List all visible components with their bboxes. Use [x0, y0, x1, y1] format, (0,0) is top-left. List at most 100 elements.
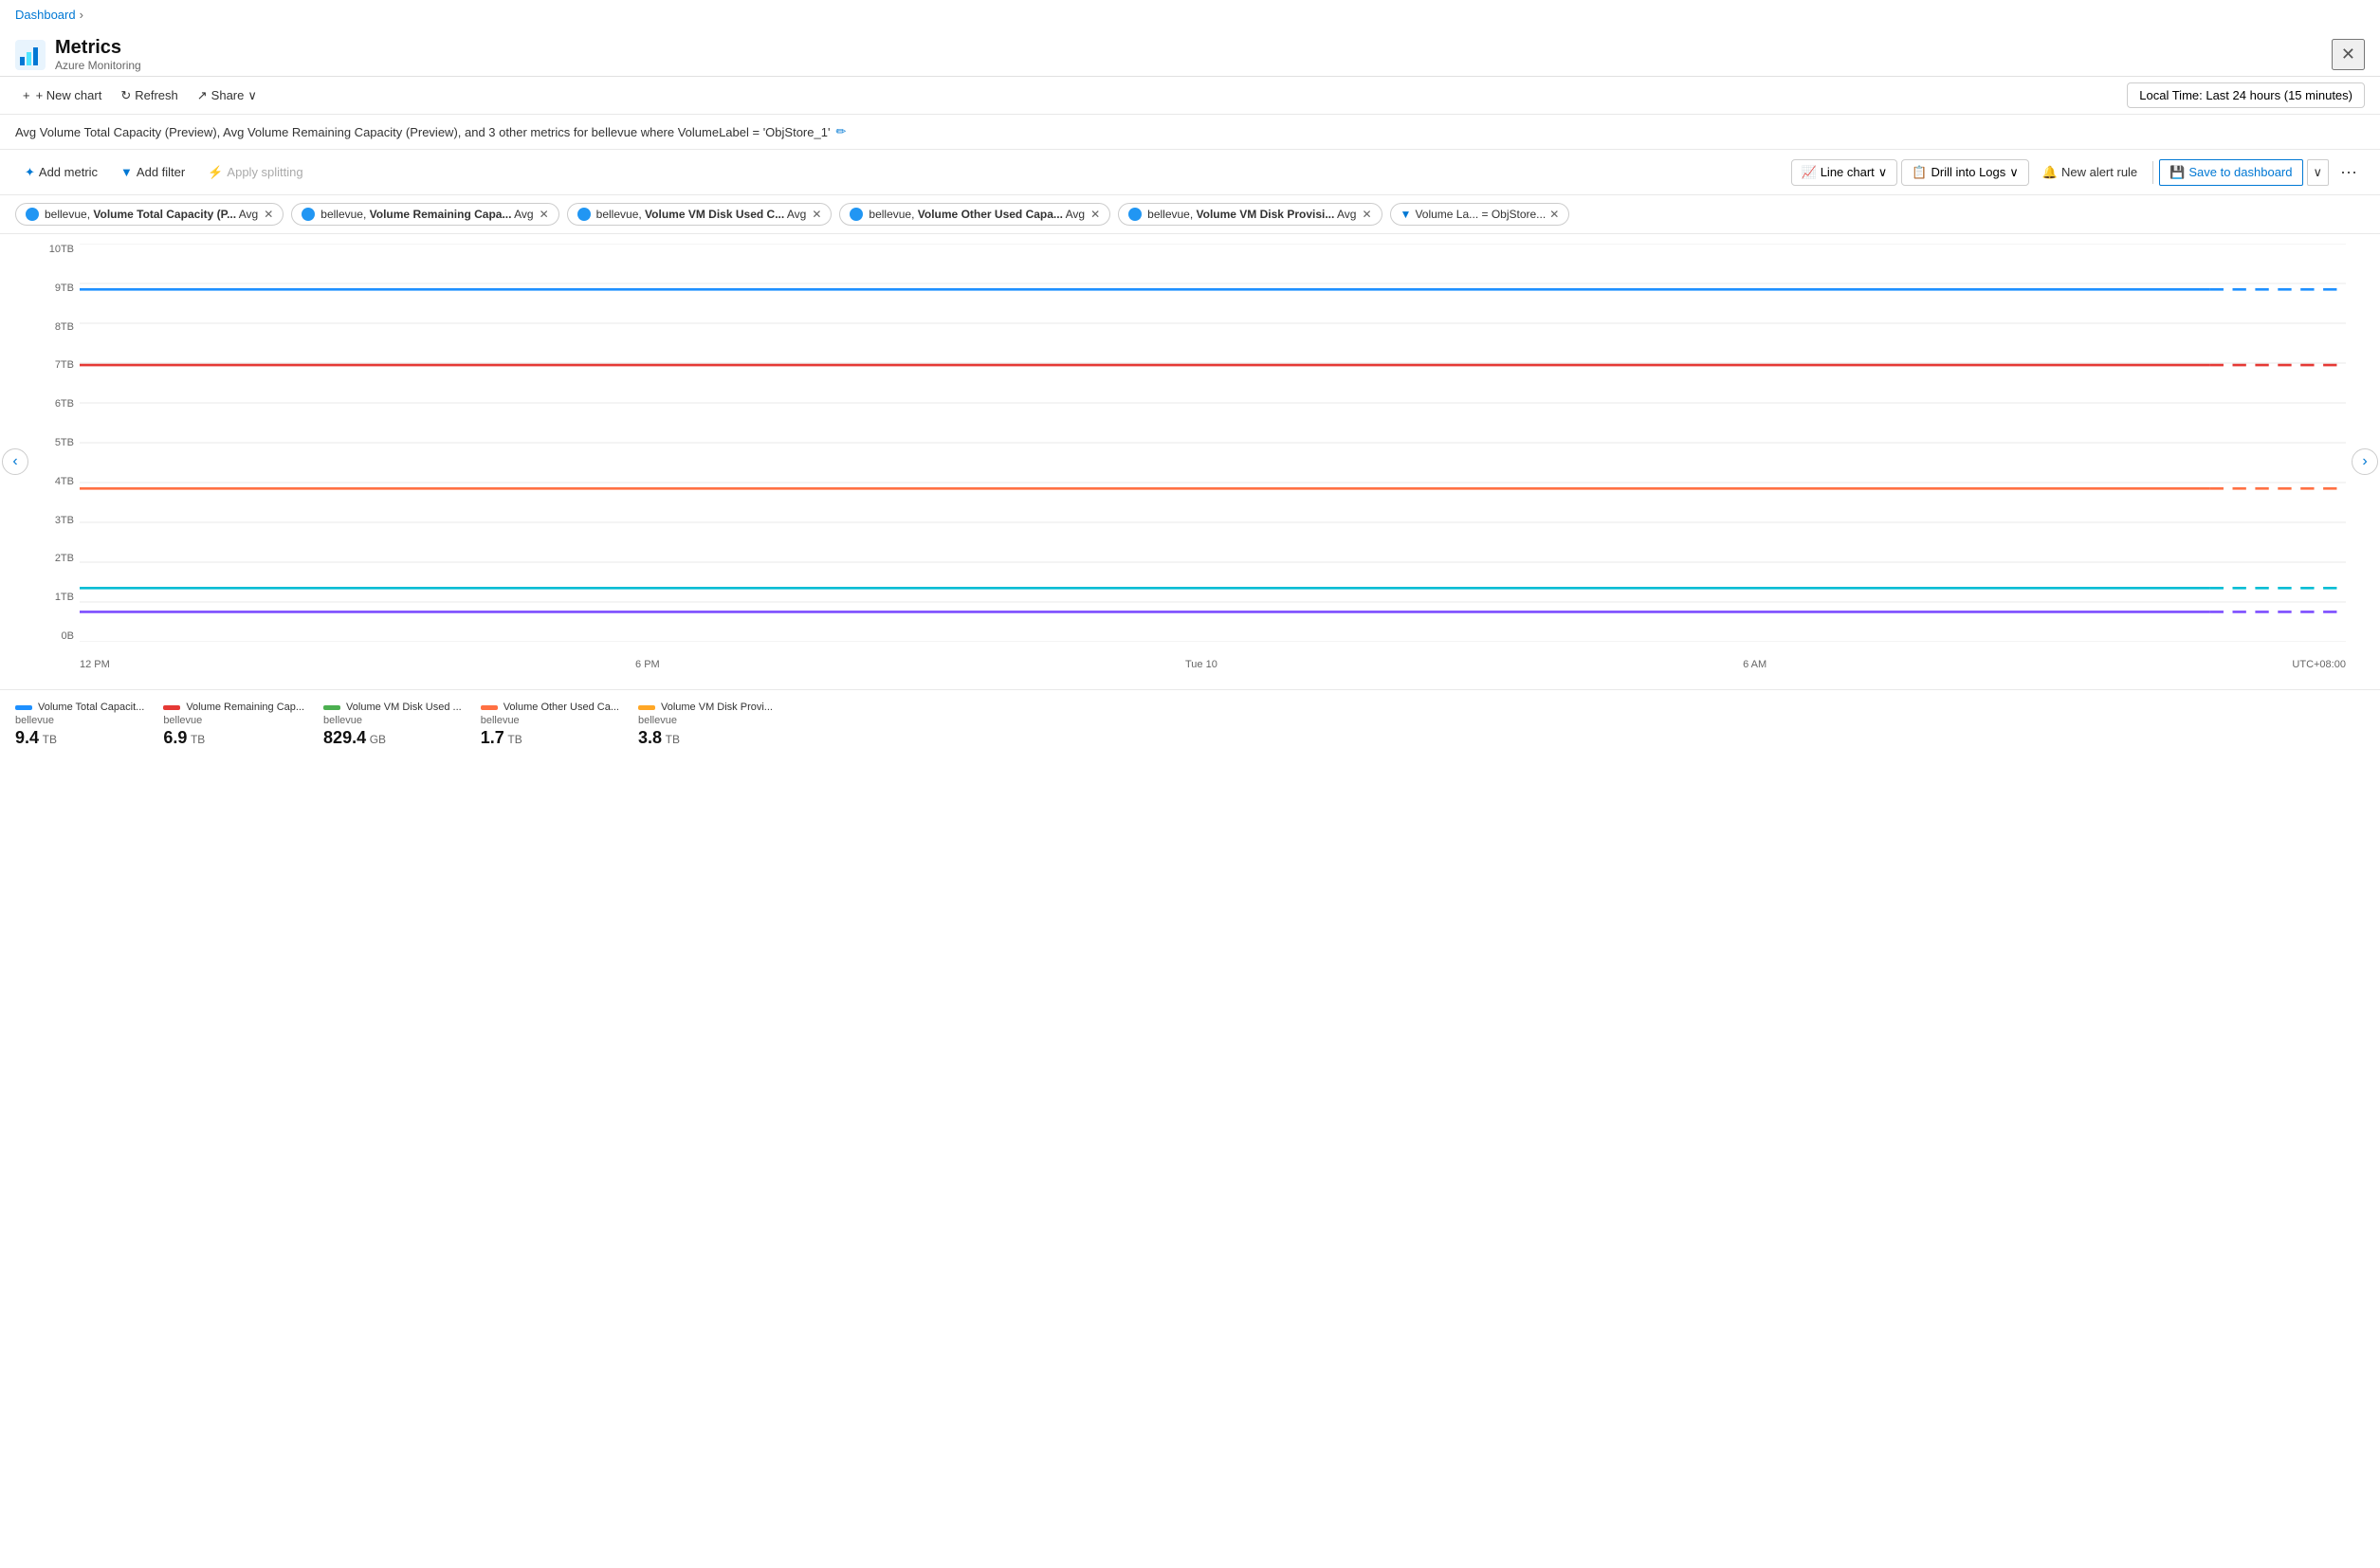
- plus-icon: +: [23, 88, 30, 102]
- legend-row: Volume Total Capacit... bellevue 9.4 TB …: [0, 689, 2380, 759]
- legend-value-3: 829.4 GB: [323, 728, 462, 748]
- legend-value-number-2: 6.9: [163, 728, 187, 747]
- legend-color-label-3: Volume VM Disk Used ...: [323, 702, 462, 713]
- close-button[interactable]: ✕: [2332, 39, 2365, 70]
- new-alert-rule-button[interactable]: 🔔 New alert rule: [2033, 160, 2147, 185]
- tag-close-1[interactable]: ✕: [264, 208, 273, 221]
- chart-area: 10TB 9TB 8TB 7TB 6TB 5TB 4TB 3TB 2TB 1TB…: [34, 234, 2346, 689]
- line-chart-icon: 📈: [1802, 165, 1817, 180]
- main-toolbar: + + New chart ↻ Refresh ↗ Share ∨ Local …: [0, 77, 2380, 115]
- toolbar-divider: [2152, 161, 2153, 184]
- new-chart-button[interactable]: + + New chart: [15, 84, 109, 106]
- expand-icon: ∨: [2314, 165, 2323, 180]
- metrics-icon: [15, 40, 46, 70]
- add-metric-icon: ✦: [25, 165, 35, 180]
- tag-close-4[interactable]: ✕: [1090, 208, 1100, 221]
- share-button[interactable]: ↗ Share ∨: [190, 84, 265, 107]
- page-title: Metrics: [55, 37, 2332, 59]
- save-icon: 💾: [2169, 165, 2185, 180]
- x-label-6pm: 6 PM: [635, 659, 660, 670]
- new-alert-rule-label: New alert rule: [2061, 165, 2137, 179]
- add-metric-button[interactable]: ✦ Add metric: [15, 160, 107, 185]
- legend-value-number-4: 1.7: [481, 728, 504, 747]
- legend-item-2: Volume Remaining Cap... bellevue 6.9 TB: [163, 702, 304, 748]
- legend-color-bar-2: [163, 705, 180, 710]
- drill-chevron-icon: ∨: [2009, 165, 2019, 180]
- expand-button[interactable]: ∨: [2307, 159, 2330, 186]
- tags-row: bellevue, Volume Total Capacity (P... Av…: [0, 195, 2380, 234]
- edit-icon[interactable]: ✏: [835, 124, 846, 139]
- chart-title: Avg Volume Total Capacity (Preview), Avg…: [15, 124, 2365, 139]
- filter-tag-close-1[interactable]: ✕: [1549, 208, 1559, 221]
- add-filter-button[interactable]: ▼ Add filter: [111, 160, 194, 184]
- y-label-3tb: 3TB: [55, 515, 74, 526]
- apply-splitting-label: Apply splitting: [227, 165, 302, 179]
- tag-icon-3: [577, 208, 591, 221]
- legend-value-unit-4: TB: [507, 733, 522, 746]
- breadcrumb: Dashboard ›: [0, 0, 2380, 29]
- legend-sub-5: bellevue: [638, 715, 773, 726]
- time-picker-button[interactable]: Local Time: Last 24 hours (15 minutes): [2127, 82, 2365, 108]
- legend-value-4: 1.7 TB: [481, 728, 619, 748]
- y-label-4tb: 4TB: [55, 476, 74, 487]
- chart-nav-right-button[interactable]: ›: [2352, 448, 2378, 475]
- x-label-tue10: Tue 10: [1185, 659, 1217, 670]
- chart-nav-left-button[interactable]: ‹: [2, 448, 28, 475]
- y-label-5tb: 5TB: [55, 437, 74, 448]
- filter-tag-text-1: Volume La... = ObjStore...: [1415, 208, 1546, 221]
- legend-name-2: Volume Remaining Cap...: [186, 702, 304, 713]
- new-chart-label: + New chart: [36, 88, 102, 102]
- metrics-toolbar: ✦ Add metric ▼ Add filter ⚡ Apply splitt…: [0, 150, 2380, 195]
- metric-tag-4[interactable]: bellevue, Volume Other Used Capa... Avg …: [839, 203, 1110, 226]
- legend-color-bar-5: [638, 705, 655, 710]
- tag-icon-4: [850, 208, 863, 221]
- legend-item-5: Volume VM Disk Provi... bellevue 3.8 TB: [638, 702, 773, 748]
- alert-icon: 🔔: [2042, 165, 2058, 180]
- filter-tag-1[interactable]: ▼ Volume La... = ObjStore... ✕: [1390, 203, 1570, 226]
- metric-tag-3[interactable]: bellevue, Volume VM Disk Used C... Avg ✕: [567, 203, 833, 226]
- legend-color-bar-3: [323, 705, 340, 710]
- legend-value-unit-5: TB: [666, 733, 680, 746]
- y-label-8tb: 8TB: [55, 321, 74, 333]
- legend-item-1: Volume Total Capacit... bellevue 9.4 TB: [15, 702, 144, 748]
- line-chart-button[interactable]: 📈 Line chart ∨: [1791, 159, 1898, 186]
- tag-close-3[interactable]: ✕: [812, 208, 821, 221]
- tag-icon-2: [302, 208, 315, 221]
- apply-splitting-button[interactable]: ⚡ Apply splitting: [198, 160, 312, 185]
- breadcrumb-dashboard[interactable]: Dashboard: [15, 8, 76, 22]
- y-label-9tb: 9TB: [55, 283, 74, 294]
- legend-value-unit-3: GB: [370, 733, 386, 746]
- tag-text-2: bellevue, Volume Remaining Capa... Avg: [320, 208, 533, 221]
- header-titles: Metrics Azure Monitoring: [55, 37, 2332, 72]
- split-icon: ⚡: [208, 165, 223, 180]
- header: Metrics Azure Monitoring ✕: [0, 29, 2380, 77]
- save-to-dashboard-button[interactable]: 💾 Save to dashboard: [2159, 159, 2302, 186]
- metric-tag-5[interactable]: bellevue, Volume VM Disk Provisi... Avg …: [1118, 203, 1382, 226]
- metric-tag-1[interactable]: bellevue, Volume Total Capacity (P... Av…: [15, 203, 284, 226]
- y-label-10tb: 10TB: [49, 244, 74, 255]
- tag-close-5[interactable]: ✕: [1362, 208, 1371, 221]
- legend-color-label-5: Volume VM Disk Provi...: [638, 702, 773, 713]
- more-options-button[interactable]: ···: [2333, 157, 2365, 187]
- metric-tag-2[interactable]: bellevue, Volume Remaining Capa... Avg ✕: [291, 203, 558, 226]
- y-axis: 10TB 9TB 8TB 7TB 6TB 5TB 4TB 3TB 2TB 1TB…: [34, 244, 80, 642]
- drill-icon: 📋: [1912, 165, 1927, 180]
- legend-name-1: Volume Total Capacit...: [38, 702, 144, 713]
- filter-icon: ▼: [1401, 208, 1412, 221]
- chart-header: Avg Volume Total Capacity (Preview), Avg…: [0, 115, 2380, 150]
- refresh-button[interactable]: ↻ Refresh: [113, 84, 185, 107]
- legend-sub-3: bellevue: [323, 715, 462, 726]
- legend-item-4: Volume Other Used Ca... bellevue 1.7 TB: [481, 702, 619, 748]
- y-label-7tb: 7TB: [55, 359, 74, 371]
- share-icon: ↗: [197, 88, 208, 103]
- legend-value-unit-2: TB: [191, 733, 205, 746]
- drill-into-logs-button[interactable]: 📋 Drill into Logs ∨: [1901, 159, 2028, 186]
- legend-color-bar-1: [15, 705, 32, 710]
- legend-name-5: Volume VM Disk Provi...: [661, 702, 773, 713]
- tag-text-3: bellevue, Volume VM Disk Used C... Avg: [596, 208, 807, 221]
- legend-color-label-2: Volume Remaining Cap...: [163, 702, 304, 713]
- refresh-icon: ↻: [120, 88, 131, 103]
- legend-name-3: Volume VM Disk Used ...: [346, 702, 462, 713]
- x-label-12pm: 12 PM: [80, 659, 110, 670]
- tag-close-2[interactable]: ✕: [540, 208, 549, 221]
